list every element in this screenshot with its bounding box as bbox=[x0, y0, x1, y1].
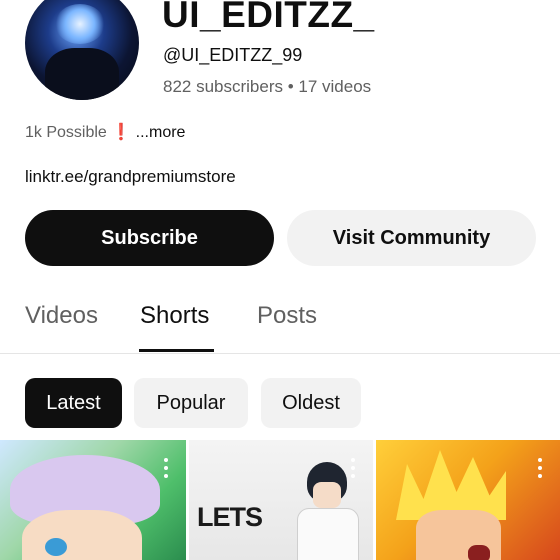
avatar-figure bbox=[45, 48, 119, 100]
description-text: 1k Possible bbox=[25, 124, 107, 141]
channel-stats: 822 subscribers • 17 videos bbox=[163, 77, 372, 96]
tab-posts[interactable]: Posts bbox=[257, 302, 317, 330]
short-thumbnail[interactable] bbox=[376, 440, 560, 560]
filter-latest[interactable]: Latest bbox=[25, 378, 122, 428]
active-tab-indicator bbox=[139, 349, 214, 352]
channel-description[interactable]: 1k Possible ❗ ...more bbox=[25, 122, 185, 142]
short-thumbnail[interactable] bbox=[0, 440, 186, 560]
channel-avatar[interactable] bbox=[25, 0, 139, 100]
channel-link[interactable]: linktr.ee/grandpremiumstore bbox=[25, 167, 236, 187]
short-thumbnail[interactable]: LETS bbox=[189, 440, 373, 560]
avatar-glow bbox=[55, 4, 105, 44]
thumbnail-art bbox=[468, 545, 490, 560]
channel-tabs: Videos Shorts Posts bbox=[0, 294, 560, 354]
thumbnail-art bbox=[45, 538, 67, 556]
thumbnail-overlay-text: LETS bbox=[197, 502, 263, 532]
visit-community-button[interactable]: Visit Community bbox=[287, 210, 536, 266]
thumbnail-art bbox=[297, 508, 359, 560]
more-vert-icon[interactable] bbox=[351, 458, 355, 478]
tab-shorts[interactable]: Shorts bbox=[140, 302, 209, 330]
channel-name: UI_EDITZZ_ bbox=[162, 0, 375, 35]
thumbnail-art bbox=[313, 482, 341, 508]
thumbnail-art bbox=[22, 510, 142, 560]
filter-oldest[interactable]: Oldest bbox=[261, 378, 361, 428]
tab-videos[interactable]: Videos bbox=[25, 302, 98, 330]
subscribe-button[interactable]: Subscribe bbox=[25, 210, 274, 266]
filter-popular[interactable]: Popular bbox=[134, 378, 248, 428]
channel-handle: @UI_EDITZZ_99 bbox=[163, 45, 303, 65]
more-link[interactable]: ...more bbox=[136, 124, 186, 141]
more-vert-icon[interactable] bbox=[538, 458, 542, 478]
exclamation-icon: ❗ bbox=[111, 124, 132, 141]
more-vert-icon[interactable] bbox=[164, 458, 168, 478]
